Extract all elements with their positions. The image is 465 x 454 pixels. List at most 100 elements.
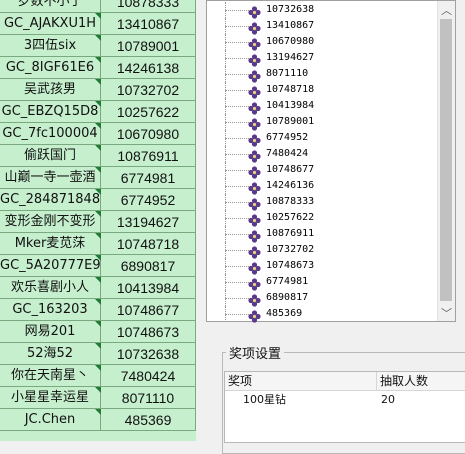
cell-name[interactable]: GC_284871848s <box>0 189 101 211</box>
cell-id[interactable]: 10670980 <box>101 123 196 145</box>
tree-item[interactable]: 10670980 <box>207 34 437 51</box>
cell-id[interactable]: 10257622 <box>101 101 196 123</box>
cell-name[interactable]: GC_5A20777E93I <box>0 255 101 277</box>
cell-flag-icon <box>95 79 101 85</box>
purple-flower-icon <box>248 84 261 99</box>
sheet-row: 吴武孩男 10732702 <box>0 79 196 101</box>
cell-name[interactable]: 3四伍six <box>0 35 101 57</box>
tree-item[interactable]: 6774952 <box>207 130 437 147</box>
cell-flag-icon <box>95 13 101 19</box>
tree-item[interactable]: 10257622 <box>207 210 437 227</box>
tree-item-label: 6890817 <box>266 292 309 303</box>
cell-flag-icon <box>95 145 101 151</box>
cell-name[interactable]: 变形金刚不变形 <box>0 211 101 233</box>
purple-flower-icon <box>248 260 261 275</box>
tree-item[interactable]: 10789001 <box>207 114 437 131</box>
cell-name[interactable]: Mker麦苋莯 <box>0 233 101 255</box>
sheet-row: 52海52 10732638 <box>0 343 196 365</box>
tree-item[interactable]: 6774981 <box>207 274 437 291</box>
tree-item[interactable]: 13194627 <box>207 50 437 67</box>
cell-id[interactable]: 10789001 <box>101 35 196 57</box>
cell-name[interactable]: GC_AJAKXU1H <box>0 13 101 35</box>
column-count[interactable]: 抽取人数 <box>377 372 465 390</box>
cell-id[interactable]: 6890817 <box>101 255 196 277</box>
cell-id[interactable]: 10732638 <box>101 343 196 365</box>
cell-id[interactable]: 10413984 <box>101 277 196 299</box>
cell-name[interactable]: 偷跃国门 <box>0 145 101 167</box>
tree-item[interactable]: 13410867 <box>207 18 437 35</box>
tree-item[interactable]: 8071110 <box>207 66 437 83</box>
purple-flower-icon <box>248 4 261 19</box>
cell-flag-icon <box>95 167 101 173</box>
cell-name[interactable]: GC_163203 <box>0 299 101 321</box>
cell-name[interactable]: JC.Chen <box>0 409 101 431</box>
tree-item[interactable]: 10748718 <box>207 82 437 99</box>
tree-item[interactable]: 10413984 <box>207 98 437 115</box>
cell-id[interactable]: 13194627 <box>101 211 196 233</box>
cell-name[interactable]: 52海52 <box>0 343 101 365</box>
sheet-row: GC_5A20777E93I6890817 <box>0 255 196 277</box>
cell-id[interactable]: 10876911 <box>101 145 196 167</box>
tree-item[interactable]: 485369 <box>207 306 437 323</box>
purple-flower-icon <box>248 196 261 211</box>
purple-flower-icon <box>248 100 261 115</box>
tree-item-label: 10876911 <box>266 228 315 239</box>
cell-id[interactable]: 13410867 <box>101 13 196 35</box>
cell-id[interactable]: 6774952 <box>101 189 196 211</box>
cell-flag-icon <box>95 189 101 195</box>
cell-id[interactable]: 14246138 <box>101 57 196 79</box>
cell-id[interactable]: 10748673 <box>101 321 196 343</box>
cell-id[interactable]: 7480424 <box>101 365 196 387</box>
cell-name[interactable]: 欢乐喜剧小人 <box>0 277 101 299</box>
sheet-row: 岁数不小了 10878333 <box>0 0 196 13</box>
tree-item[interactable]: 7480424 <box>207 146 437 163</box>
tree-item-label: 10789001 <box>266 116 315 127</box>
prize-settings-title: 奖项设置 <box>226 343 285 362</box>
sheet-row: 偷跃国门 10876911 <box>0 145 196 167</box>
cell-id[interactable]: 8071110 <box>101 387 196 409</box>
scroll-up-button[interactable]: ︿ <box>438 1 455 18</box>
cell-name[interactable]: 岁数不小了 <box>0 0 101 13</box>
cell-name[interactable]: GC_8IGF61E6 <box>0 57 101 79</box>
cell-name[interactable]: 山巅一寺一壶酒 <box>0 167 101 189</box>
tree-item[interactable]: 6890817 <box>207 290 437 307</box>
purple-flower-icon <box>248 116 261 131</box>
tree-scrollbar[interactable]: ︿ ﹀ <box>437 1 455 321</box>
cell-name[interactable]: GC_EBZQ15D8 <box>0 101 101 123</box>
cell-name[interactable]: 吴武孩男 <box>0 79 101 101</box>
tree-item-label: 6774981 <box>266 276 309 287</box>
background-gap <box>196 0 206 441</box>
cell-id[interactable]: 485369 <box>101 409 196 431</box>
tree-item[interactable]: 10878333 <box>207 194 437 211</box>
purple-flower-icon <box>248 164 261 179</box>
cell-flag-icon <box>95 35 101 41</box>
cell-id[interactable]: 10878333 <box>101 0 196 13</box>
sheet-row: GC_163203 10748677 <box>0 299 196 321</box>
cell-name[interactable]: 小星星幸运星 <box>0 387 101 409</box>
cell-flag-icon <box>95 387 101 393</box>
scroll-down-button[interactable]: ﹀ <box>438 304 455 321</box>
tree-item[interactable]: 14246136 <box>207 178 437 195</box>
cell-id[interactable]: 10748718 <box>101 233 196 255</box>
purple-flower-icon <box>248 36 261 51</box>
cell-name[interactable]: GC_7fc100004 <box>0 123 101 145</box>
participant-tree-list[interactable]: ︿ ﹀ 10732638 13410867 10670980 13194627 8071… <box>206 0 456 323</box>
cell-name[interactable]: 网易201 <box>0 321 101 343</box>
cell-id[interactable]: 6774981 <box>101 167 196 189</box>
prize-row[interactable]: 100星钻 20 <box>225 391 465 409</box>
tree-item[interactable]: 10732638 <box>207 2 437 19</box>
column-prize[interactable]: 奖项 <box>225 372 377 390</box>
tree-item-label: 10748718 <box>266 84 315 95</box>
tree-item[interactable]: 10748673 <box>207 258 437 275</box>
scroll-thumb[interactable] <box>440 19 452 301</box>
tree-item[interactable]: 10748677 <box>207 162 437 179</box>
purple-flower-icon <box>248 52 261 67</box>
tree-item[interactable]: 10876911 <box>207 226 437 243</box>
spreadsheet-fragment: 岁数不小了 10878333 GC_AJAKXU1H 13410867 3四伍six 10… <box>0 0 197 441</box>
cell-name[interactable]: 你在天南星丶 <box>0 365 101 387</box>
tree-item[interactable]: 10732702 <box>207 242 437 259</box>
cell-id[interactable]: 10732702 <box>101 79 196 101</box>
prize-grid[interactable]: 奖项 抽取人数 100星钻 20 <box>224 371 465 443</box>
sheet-row: Mker麦苋莯 10748718 <box>0 233 196 255</box>
cell-id[interactable]: 10748677 <box>101 299 196 321</box>
